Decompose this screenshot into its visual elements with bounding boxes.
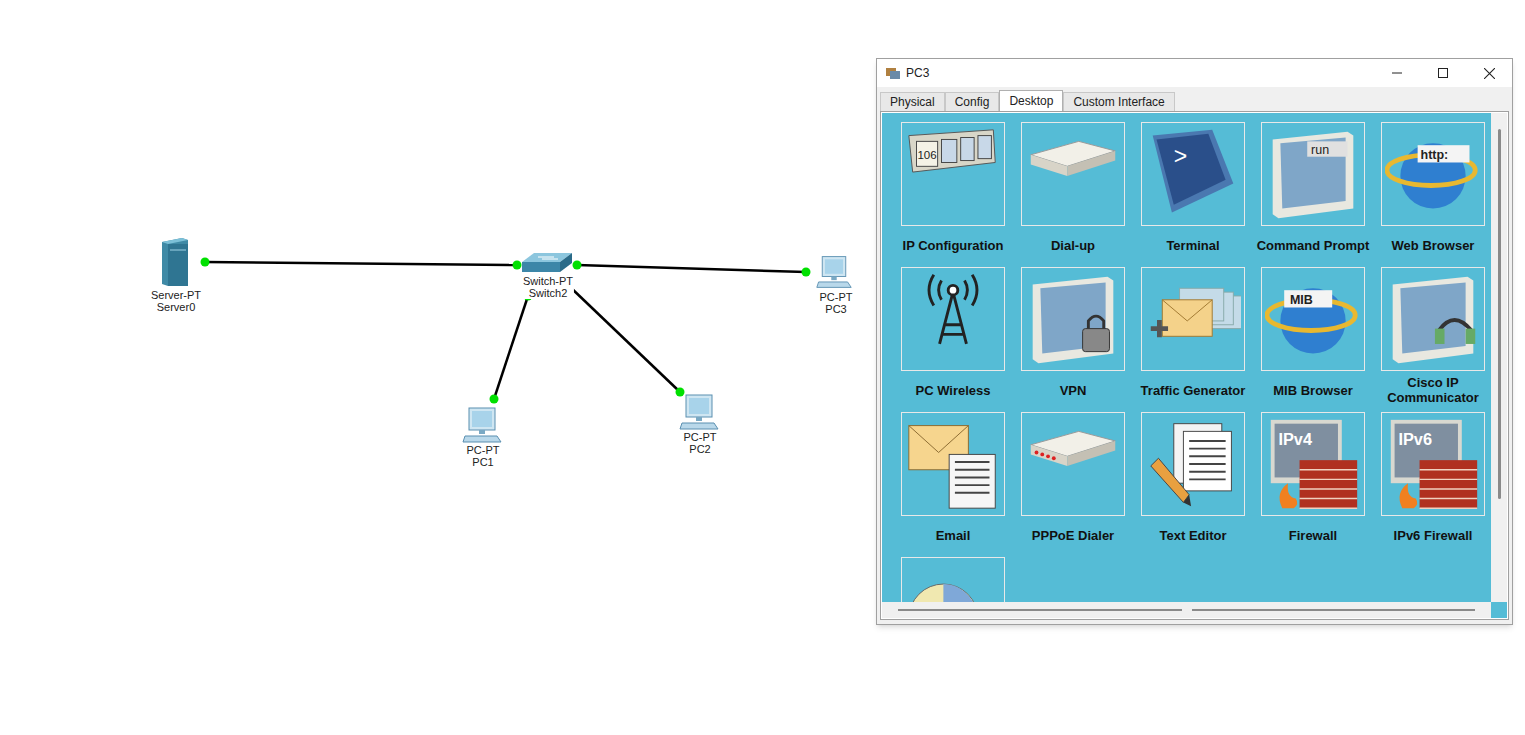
- maximize-button[interactable]: [1420, 59, 1466, 87]
- minimize-icon: [1392, 68, 1402, 78]
- packet-tracer-workspace: Server-PTServer0 Switch-PTSwitch2 PC-PTPC3…: [0, 0, 1525, 735]
- vpn-icon: [1025, 271, 1121, 367]
- vertical-scrollbar[interactable]: [1491, 113, 1507, 602]
- chart-icon: [905, 561, 1001, 602]
- svg-text:http:: http:: [1421, 148, 1449, 162]
- pc-node[interactable]: [461, 406, 503, 444]
- switch-icon: [520, 250, 574, 274]
- node-label: PC-PTPC3: [819, 291, 854, 315]
- server-icon: [158, 236, 192, 288]
- app-label: PC Wireless: [894, 371, 1012, 409]
- desktop-app[interactable]: Dial-up: [1021, 122, 1125, 264]
- dialup-icon: [1025, 126, 1121, 222]
- email-icon: [905, 416, 1001, 512]
- firewall-icon: IPv4: [1265, 416, 1361, 512]
- close-icon: [1484, 68, 1495, 79]
- link[interactable]: [564, 281, 685, 397]
- desktop-app[interactable]: PPPoE Dialer: [1021, 412, 1125, 554]
- app-label: Text Editor: [1134, 516, 1252, 554]
- tab[interactable]: Desktop: [999, 90, 1063, 111]
- desktop-area: 106IP ConfigurationDial-up>TerminalrunCo…: [882, 113, 1491, 602]
- pc-node[interactable]: [678, 393, 720, 431]
- app-label: PPPoE Dialer: [1014, 516, 1132, 554]
- traffic-icon: [1145, 271, 1241, 367]
- node-label: Server-PTServer0: [150, 289, 202, 313]
- desktop-app[interactable]: 106IP Configuration: [901, 122, 1005, 264]
- link[interactable]: [201, 258, 522, 270]
- app-label: Terminal: [1134, 226, 1252, 264]
- app-label: Traffic Generator: [1134, 371, 1252, 409]
- pc3-window[interactable]: PC3 PhysicalConfigDesktopCustom Interface…: [876, 58, 1513, 625]
- app-label: Web Browser: [1374, 226, 1491, 264]
- app-label: VPN: [1014, 371, 1132, 409]
- svg-text:IPv4: IPv4: [1278, 430, 1312, 448]
- app-label: MIB Browser: [1254, 371, 1372, 409]
- tab-bar: PhysicalConfigDesktopCustom Interface: [877, 87, 1512, 111]
- app-label: IPv6 Firewall: [1374, 516, 1491, 554]
- svg-text:run: run: [1311, 143, 1329, 157]
- desktop-app[interactable]: http:Web Browser: [1381, 122, 1485, 264]
- node-label: Switch-PTSwitch2: [522, 275, 574, 299]
- desktop-app[interactable]: Traffic Generator: [1141, 267, 1245, 409]
- app-label: IP Configuration: [894, 226, 1012, 264]
- window-title: PC3: [906, 64, 929, 82]
- desktop-app[interactable]: [901, 557, 1005, 602]
- pc-node[interactable]: [815, 254, 853, 290]
- desktop-app[interactable]: IPv6IPv6 Firewall: [1381, 412, 1485, 554]
- node-label: PC-PTPC2: [683, 431, 718, 455]
- firewall-icon: IPv6: [1385, 416, 1481, 512]
- pppoe-icon: [1025, 416, 1121, 512]
- app-label: Firewall: [1254, 516, 1372, 554]
- link[interactable]: [490, 292, 533, 404]
- maximize-icon: [1438, 68, 1448, 78]
- desktop-app[interactable]: >Terminal: [1141, 122, 1245, 264]
- server-node[interactable]: [158, 236, 192, 288]
- svg-text:MIB: MIB: [1290, 293, 1313, 307]
- link[interactable]: [573, 261, 811, 277]
- pc-icon: [815, 254, 853, 290]
- title-bar[interactable]: PC3: [877, 59, 1512, 87]
- browser-icon: http:: [1385, 126, 1481, 222]
- wireless-icon: [905, 271, 1001, 367]
- desktop-app[interactable]: VPN: [1021, 267, 1125, 409]
- tab[interactable]: Custom Interface: [1063, 92, 1174, 111]
- switch-node[interactable]: [520, 250, 574, 274]
- horizontal-scrollbar[interactable]: [882, 602, 1491, 618]
- minimize-button[interactable]: [1374, 59, 1420, 87]
- pc-icon: [461, 406, 503, 444]
- svg-text:IPv6: IPv6: [1398, 430, 1432, 448]
- terminal-icon: >: [1145, 126, 1241, 222]
- svg-text:>: >: [1174, 143, 1187, 169]
- communicator-icon: [1385, 271, 1481, 367]
- desktop-app[interactable]: Email: [901, 412, 1005, 554]
- close-button[interactable]: [1466, 59, 1512, 87]
- app-label: Email: [894, 516, 1012, 554]
- desktop-app[interactable]: MIBMIB Browser: [1261, 267, 1365, 409]
- ipconfig-icon: 106: [905, 126, 1001, 222]
- desktop-app[interactable]: IPv4Firewall: [1261, 412, 1365, 554]
- desktop-app[interactable]: Text Editor: [1141, 412, 1245, 554]
- app-label: Cisco IP Communicator: [1374, 371, 1491, 409]
- desktop-app[interactable]: Cisco IP Communicator: [1381, 267, 1485, 409]
- desktop-app[interactable]: runCommand Prompt: [1261, 122, 1365, 264]
- svg-text:106: 106: [917, 149, 936, 161]
- node-label: PC-PTPC1: [466, 444, 501, 468]
- app-label: Dial-up: [1014, 226, 1132, 264]
- app-icon: [885, 65, 901, 81]
- desktop-panel: 106IP ConfigurationDial-up>TerminalrunCo…: [880, 111, 1509, 620]
- pc-icon: [678, 393, 720, 431]
- mib-icon: MIB: [1265, 271, 1361, 367]
- tab[interactable]: Physical: [880, 92, 945, 111]
- tab[interactable]: Config: [945, 92, 1000, 111]
- editor-icon: [1145, 416, 1241, 512]
- cmd-icon: run: [1265, 126, 1361, 222]
- desktop-app[interactable]: PC Wireless: [901, 267, 1005, 409]
- app-label: Command Prompt: [1254, 226, 1372, 264]
